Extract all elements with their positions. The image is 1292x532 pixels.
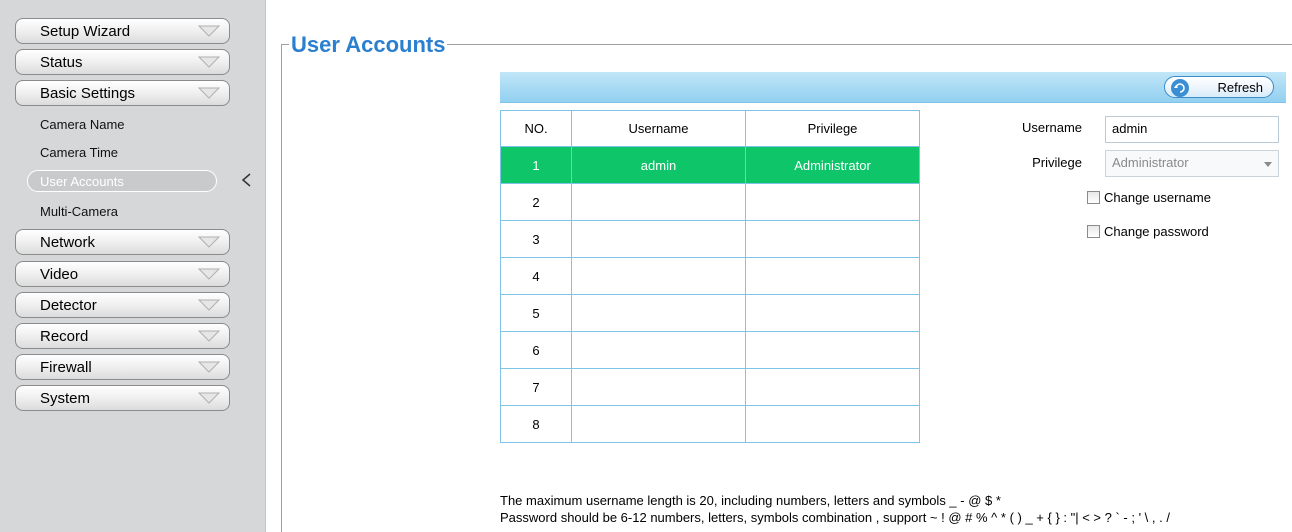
menu-label: Video — [40, 266, 79, 283]
row-username: admin — [571, 146, 746, 184]
menu-video[interactable]: Video — [15, 261, 230, 287]
submenu-user-accounts[interactable]: User Accounts — [27, 170, 217, 192]
row-privilege — [745, 294, 920, 332]
row-username — [571, 294, 746, 332]
menu-status[interactable]: Status — [15, 49, 230, 75]
username-input[interactable]: admin — [1105, 116, 1279, 143]
privilege-label: Privilege — [1032, 155, 1082, 170]
row-username — [571, 405, 746, 443]
change-password-label: Change password — [1104, 224, 1209, 239]
sidebar: Setup Wizard Status Basic Settings Camer… — [0, 0, 266, 532]
refresh-button[interactable]: Refresh — [1164, 76, 1274, 98]
row-no: 1 — [500, 146, 572, 184]
menu-label: System — [40, 390, 91, 407]
table-row[interactable]: 8 — [500, 405, 920, 443]
table-row[interactable]: 6 — [500, 331, 920, 369]
row-privilege — [745, 220, 920, 258]
chevron-down-icon — [197, 236, 221, 248]
table-row[interactable]: 5 — [500, 294, 920, 332]
row-privilege — [745, 257, 920, 295]
checkbox-icon[interactable] — [1087, 191, 1100, 204]
table-row[interactable]: 7 — [500, 368, 920, 406]
row-no: 3 — [500, 220, 572, 258]
username-label: Username — [1022, 120, 1082, 135]
table-header-row: NO. Username Privilege — [500, 110, 920, 147]
row-no: 2 — [500, 183, 572, 221]
menu-label: Setup Wizard — [40, 23, 131, 40]
collapse-arrow-icon[interactable] — [240, 172, 252, 188]
chevron-down-icon — [197, 268, 221, 280]
row-privilege — [745, 368, 920, 406]
change-username-label: Change username — [1104, 190, 1211, 205]
table-row[interactable]: 3 — [500, 220, 920, 258]
chevron-down-icon — [197, 56, 221, 68]
submenu-label: User Accounts — [40, 174, 124, 189]
menu-system[interactable]: System — [15, 385, 230, 411]
row-no: 4 — [500, 257, 572, 295]
table-row[interactable]: 2 — [500, 183, 920, 221]
privilege-select[interactable]: Administrator — [1105, 150, 1279, 177]
privilege-value: Administrator — [1112, 155, 1189, 170]
toolbar: Refresh — [500, 72, 1286, 103]
row-username — [571, 183, 746, 221]
menu-label: Detector — [40, 297, 97, 314]
menu-label: Record — [40, 328, 89, 345]
menu-label: Basic Settings — [40, 85, 136, 102]
checkbox-icon[interactable] — [1087, 225, 1100, 238]
fieldset-border — [281, 44, 282, 532]
row-username — [571, 331, 746, 369]
row-username — [571, 220, 746, 258]
row-username — [571, 368, 746, 406]
row-privilege — [745, 405, 920, 443]
menu-label: Network — [40, 234, 96, 251]
menu-network[interactable]: Network — [15, 229, 230, 255]
refresh-icon — [1171, 79, 1189, 97]
menu-label: Status — [40, 54, 83, 71]
refresh-label: Refresh — [1217, 80, 1263, 95]
row-privilege — [745, 331, 920, 369]
row-no: 5 — [500, 294, 572, 332]
row-username — [571, 257, 746, 295]
chevron-down-icon — [197, 361, 221, 373]
table-row[interactable]: 1 admin Administrator — [500, 146, 920, 184]
column-header-no: NO. — [500, 110, 572, 147]
chevron-down-icon — [197, 87, 221, 99]
menu-setup-wizard[interactable]: Setup Wizard — [15, 18, 230, 44]
column-header-username: Username — [571, 110, 746, 147]
password-rules-note: Password should be 6-12 numbers, letters… — [500, 510, 1170, 525]
table-row[interactable]: 4 — [500, 257, 920, 295]
menu-record[interactable]: Record — [15, 323, 230, 349]
menu-basic-settings[interactable]: Basic Settings — [15, 80, 230, 106]
username-rules-note: The maximum username length is 20, inclu… — [500, 493, 1001, 508]
row-no: 7 — [500, 368, 572, 406]
menu-detector[interactable]: Detector — [15, 292, 230, 318]
submenu-camera-time[interactable]: Camera Time — [40, 145, 118, 160]
chevron-down-icon — [197, 25, 221, 37]
row-privilege: Administrator — [745, 146, 920, 184]
menu-firewall[interactable]: Firewall — [15, 354, 230, 380]
row-no: 6 — [500, 331, 572, 369]
submenu-multi-camera[interactable]: Multi-Camera — [40, 204, 118, 219]
row-privilege — [745, 183, 920, 221]
submenu-camera-name[interactable]: Camera Name — [40, 117, 125, 132]
chevron-down-icon — [197, 330, 221, 342]
row-no: 8 — [500, 405, 572, 443]
column-header-privilege: Privilege — [745, 110, 920, 147]
chevron-down-icon — [1264, 162, 1272, 167]
chevron-down-icon — [197, 299, 221, 311]
page-title: User Accounts — [289, 32, 448, 58]
users-table: NO. Username Privilege 1 admin Administr… — [500, 110, 920, 443]
chevron-down-icon — [197, 392, 221, 404]
menu-label: Firewall — [40, 359, 92, 376]
